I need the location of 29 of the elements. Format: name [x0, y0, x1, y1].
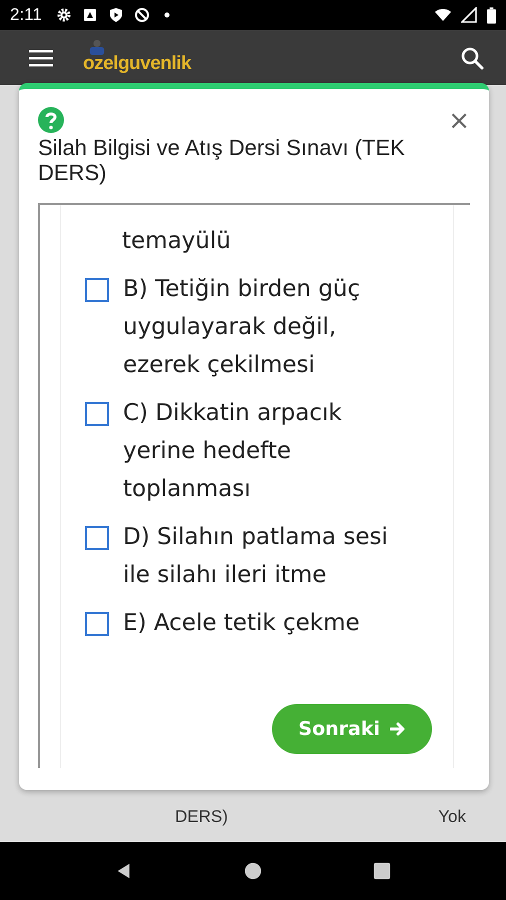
home-icon[interactable]	[244, 862, 262, 880]
recents-icon[interactable]	[372, 862, 391, 880]
table-cell: Yok	[438, 807, 466, 827]
help-icon	[38, 107, 64, 133]
dot-icon	[164, 12, 170, 18]
dialog-title: Silah Bilgisi ve Atış Dersi Sınavı (TEK DERS)	[38, 135, 406, 185]
arrow-right-icon	[390, 721, 406, 737]
menu-icon[interactable]	[29, 48, 53, 68]
blocked-icon	[134, 7, 150, 23]
shield-icon	[108, 7, 124, 23]
checkbox[interactable]	[85, 278, 109, 302]
option-text[interactable]: D) Silahın patlama sesi ile silahı ileri itme	[123, 518, 413, 594]
wifi-icon	[435, 7, 451, 23]
logo[interactable]: ozelguvenlik	[83, 54, 192, 72]
table-cell: DERS)	[175, 807, 228, 827]
option-text[interactable]: C) Dikkatin arpacık yerine hedefte toplanması	[123, 394, 413, 508]
close-button[interactable]: ×	[448, 107, 470, 135]
checkbox[interactable]	[85, 402, 109, 426]
image-icon	[82, 7, 98, 23]
search-icon[interactable]	[460, 46, 484, 70]
option-text[interactable]: E) Acele tetik çekme	[123, 604, 413, 642]
signal-icon	[461, 7, 477, 23]
option-text[interactable]: B) Tetiğin birden güç uygulayarak değil, ezerek çekilmesi	[123, 270, 413, 384]
gear-icon	[56, 7, 72, 23]
option-text: temayülü	[122, 227, 231, 256]
checkbox[interactable]	[85, 526, 109, 550]
clock: 2:11	[10, 5, 42, 25]
battery-icon	[487, 6, 496, 24]
checkbox[interactable]	[85, 612, 109, 636]
